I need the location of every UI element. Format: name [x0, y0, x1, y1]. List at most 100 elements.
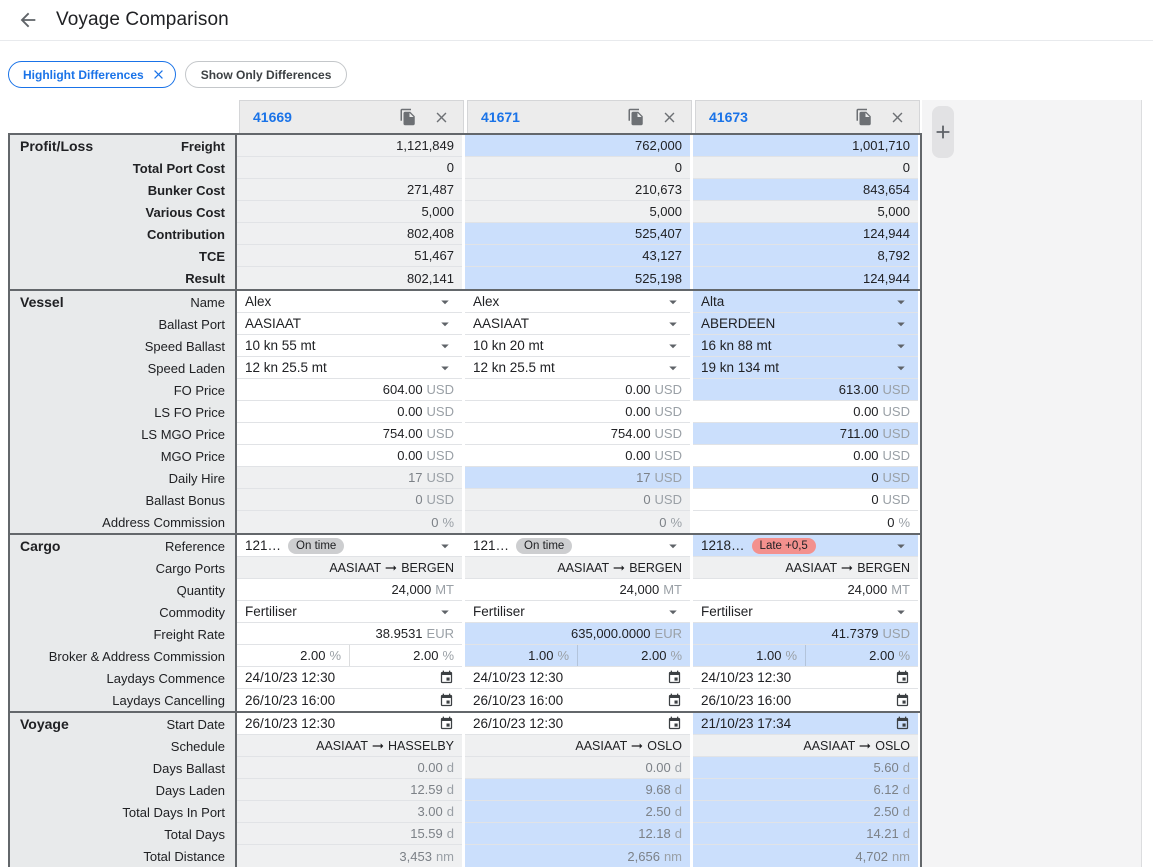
- date-cell[interactable]: 21/10/23 17:34: [693, 713, 918, 735]
- cell-value: 0: [431, 515, 438, 530]
- close-icon: [661, 109, 678, 126]
- back-button[interactable]: [14, 6, 42, 34]
- number-cell[interactable]: 24,000MT: [237, 579, 462, 601]
- remove-voyage-button[interactable]: [433, 109, 450, 126]
- copy-voyage-button[interactable]: [855, 108, 873, 126]
- broker-commission[interactable]: 1.00%: [465, 645, 578, 666]
- number-cell[interactable]: 0USD: [693, 489, 918, 511]
- cell-value: 0: [871, 470, 878, 485]
- date-cell[interactable]: 26/10/23 16:00: [693, 689, 918, 711]
- copy-voyage-button[interactable]: [627, 108, 645, 126]
- number-cell[interactable]: 0USD: [693, 467, 918, 489]
- calendar-icon[interactable]: [439, 670, 454, 685]
- select-cell[interactable]: 10 kn 55 mt: [237, 335, 462, 357]
- address-commission[interactable]: 2.00%: [350, 645, 462, 666]
- unit-label: USD: [883, 382, 910, 397]
- table-row: Quantity24,000MT24,000MT24,000MT: [10, 579, 920, 601]
- broker-commission[interactable]: 2.00%: [237, 645, 350, 666]
- split-commission-cell[interactable]: 1.00%2.00%: [693, 645, 918, 667]
- chip-highlight-differences[interactable]: Highlight Differences: [8, 61, 176, 88]
- vertical-scrollbar[interactable]: [1141, 100, 1153, 867]
- row-label-cell: Contribution: [10, 223, 237, 245]
- row-label-cell: CargoReference: [10, 535, 237, 557]
- remove-voyage-button[interactable]: [661, 109, 678, 126]
- close-icon[interactable]: [151, 67, 166, 82]
- date-cell[interactable]: 24/10/23 12:30: [693, 667, 918, 689]
- address-commission[interactable]: 2.00%: [806, 645, 918, 666]
- select-cell[interactable]: Fertiliser: [465, 601, 690, 623]
- select-cell[interactable]: Alex: [465, 291, 690, 313]
- reference-cell[interactable]: 121…On time: [465, 535, 690, 557]
- date-cell[interactable]: 26/10/23 12:30: [465, 713, 690, 735]
- select-cell[interactable]: ABERDEEN: [693, 313, 918, 335]
- select-cell[interactable]: 16 kn 88 mt: [693, 335, 918, 357]
- calendar-icon[interactable]: [439, 716, 454, 731]
- voyage-id-link[interactable]: 41671: [481, 109, 520, 125]
- number-cell[interactable]: 0.00USD: [237, 401, 462, 423]
- number-cell[interactable]: 0.00USD: [693, 401, 918, 423]
- table-row: VoyageStart Date26/10/23 12:3026/10/23 1…: [10, 713, 920, 735]
- number-cell[interactable]: 24,000MT: [465, 579, 690, 601]
- number-cell[interactable]: 754.00USD: [237, 423, 462, 445]
- number-cell[interactable]: 24,000MT: [693, 579, 918, 601]
- select-cell[interactable]: Alex: [237, 291, 462, 313]
- select-cell[interactable]: Fertiliser: [693, 601, 918, 623]
- calendar-icon[interactable]: [895, 670, 910, 685]
- calendar-icon[interactable]: [895, 716, 910, 731]
- number-cell: 9.68d: [465, 779, 690, 801]
- number-cell[interactable]: 0.00USD: [237, 445, 462, 467]
- select-cell[interactable]: 10 kn 20 mt: [465, 335, 690, 357]
- select-cell[interactable]: 19 kn 134 mt: [693, 357, 918, 379]
- broker-commission[interactable]: 1.00%: [693, 645, 806, 666]
- number-cell[interactable]: 0.00USD: [465, 379, 690, 401]
- number-cell: 0USD: [465, 489, 690, 511]
- cell-value: 0.00: [853, 404, 878, 419]
- number-cell: 5.60d: [693, 757, 918, 779]
- select-cell[interactable]: AASIAAT: [237, 313, 462, 335]
- chip-show-only-differences[interactable]: Show Only Differences: [185, 61, 348, 88]
- number-cell[interactable]: 0.00USD: [465, 445, 690, 467]
- voyage-id-link[interactable]: 41669: [253, 109, 292, 125]
- remove-voyage-button[interactable]: [889, 109, 906, 126]
- select-cell[interactable]: Alta: [693, 291, 918, 313]
- number-cell: 802,408: [237, 223, 462, 245]
- number-cell[interactable]: 754.00USD: [465, 423, 690, 445]
- number-cell: 5,000: [693, 201, 918, 223]
- number-cell[interactable]: 0.00USD: [693, 445, 918, 467]
- select-cell[interactable]: 12 kn 25.5 mt: [237, 357, 462, 379]
- section-title: Cargo: [20, 538, 60, 554]
- date-cell[interactable]: 26/10/23 12:30: [237, 713, 462, 735]
- voyage-column-header: 41669: [239, 100, 464, 133]
- number-cell[interactable]: 604.00USD: [237, 379, 462, 401]
- calendar-icon[interactable]: [439, 693, 454, 708]
- calendar-icon[interactable]: [667, 693, 682, 708]
- number-cell[interactable]: 0%: [693, 511, 918, 533]
- date-cell[interactable]: 24/10/23 12:30: [237, 667, 462, 689]
- select-cell[interactable]: Fertiliser: [237, 601, 462, 623]
- address-commission[interactable]: 2.00%: [578, 645, 690, 666]
- number-cell[interactable]: 41.7379USD: [693, 623, 918, 645]
- number-cell[interactable]: 711.00USD: [693, 423, 918, 445]
- date-cell[interactable]: 26/10/23 16:00: [237, 689, 462, 711]
- reference-cell[interactable]: 121…On time: [237, 535, 462, 557]
- copy-voyage-button[interactable]: [399, 108, 417, 126]
- select-cell[interactable]: AASIAAT: [465, 313, 690, 335]
- date-cell[interactable]: 26/10/23 16:00: [465, 689, 690, 711]
- table-row: ScheduleAASIAATHASSELBYAASIAATOSLOAASIAA…: [10, 735, 920, 757]
- number-cell[interactable]: 635,000.0000EUR: [465, 623, 690, 645]
- chevron-down-icon: [664, 315, 682, 333]
- date-cell[interactable]: 24/10/23 12:30: [465, 667, 690, 689]
- voyage-id-link[interactable]: 41673: [709, 109, 748, 125]
- calendar-icon[interactable]: [895, 693, 910, 708]
- row-label-cell: Total Port Cost: [10, 157, 237, 179]
- calendar-icon[interactable]: [667, 716, 682, 731]
- number-cell[interactable]: 0.00USD: [465, 401, 690, 423]
- reference-cell[interactable]: 1218…Late +0,5: [693, 535, 918, 557]
- split-commission-cell[interactable]: 1.00%2.00%: [465, 645, 690, 667]
- select-cell[interactable]: 12 kn 25.5 mt: [465, 357, 690, 379]
- number-cell[interactable]: 38.9531EUR: [237, 623, 462, 645]
- number-cell[interactable]: 613.00USD: [693, 379, 918, 401]
- add-voyage-button[interactable]: [932, 106, 954, 158]
- split-commission-cell[interactable]: 2.00%2.00%: [237, 645, 462, 667]
- calendar-icon[interactable]: [667, 670, 682, 685]
